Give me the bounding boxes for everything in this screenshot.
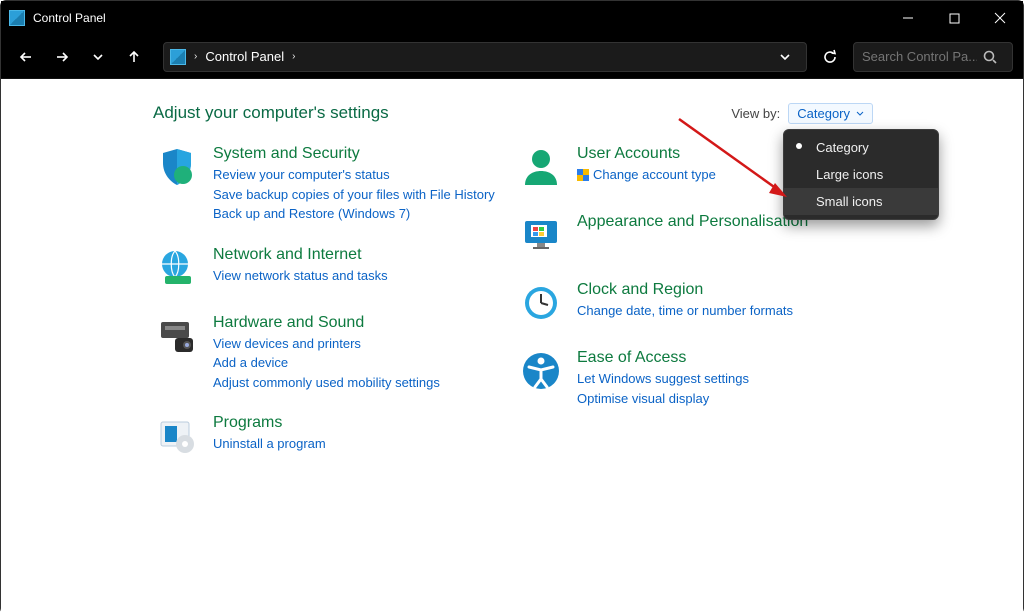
refresh-button[interactable] bbox=[813, 42, 847, 72]
category-title[interactable]: System and Security bbox=[213, 145, 495, 163]
dropdown-option-large-icons[interactable]: Large icons bbox=[784, 161, 938, 188]
close-button[interactable] bbox=[977, 1, 1023, 35]
recent-locations-button[interactable] bbox=[83, 42, 113, 72]
category-link[interactable]: Review your computer's status bbox=[213, 165, 495, 185]
monitor-icon bbox=[517, 211, 565, 259]
printer-camera-icon bbox=[153, 312, 201, 360]
category-title[interactable]: Hardware and Sound bbox=[213, 314, 440, 332]
category-system-and-security: System and Security Review your computer… bbox=[153, 143, 513, 224]
category-link[interactable]: Optimise visual display bbox=[577, 389, 749, 409]
category-link[interactable]: Let Windows suggest settings bbox=[577, 369, 749, 389]
view-by-selected: Category bbox=[797, 106, 850, 121]
control-panel-icon bbox=[170, 49, 186, 65]
chevron-down-icon bbox=[856, 110, 864, 118]
uac-shield-icon bbox=[577, 169, 589, 181]
category-hardware-and-sound: Hardware and Sound View devices and prin… bbox=[153, 312, 513, 393]
category-ease-of-access: Ease of Access Let Windows suggest setti… bbox=[517, 347, 877, 408]
address-bar[interactable]: › Control Panel › bbox=[163, 42, 807, 72]
chevron-right-icon[interactable]: › bbox=[292, 51, 295, 62]
control-panel-icon bbox=[9, 10, 25, 26]
category-link[interactable]: Change date, time or number formats bbox=[577, 301, 793, 321]
address-history-button[interactable] bbox=[770, 42, 800, 72]
category-link[interactable]: View devices and printers bbox=[213, 334, 440, 354]
category-link[interactable]: Change account type bbox=[577, 165, 716, 185]
bullet-icon bbox=[796, 143, 802, 149]
programs-icon bbox=[153, 412, 201, 460]
user-icon bbox=[517, 143, 565, 191]
category-title[interactable]: User Accounts bbox=[577, 145, 716, 163]
globe-icon bbox=[153, 244, 201, 292]
category-link[interactable]: View network status and tasks bbox=[213, 266, 388, 286]
category-title[interactable]: Network and Internet bbox=[213, 246, 388, 264]
view-by-dropdown: Category Large icons Small icons bbox=[783, 129, 939, 220]
category-link[interactable]: Uninstall a program bbox=[213, 434, 326, 454]
dropdown-option-small-icons[interactable]: Small icons bbox=[784, 188, 938, 215]
minimize-button[interactable] bbox=[885, 1, 931, 35]
back-button[interactable] bbox=[11, 42, 41, 72]
category-title[interactable]: Ease of Access bbox=[577, 349, 749, 367]
maximize-button[interactable] bbox=[931, 1, 977, 35]
category-title[interactable]: Appearance and Personalisation bbox=[577, 213, 808, 231]
page-heading: Adjust your computer's settings bbox=[153, 103, 1023, 123]
title-bar: Control Panel bbox=[1, 1, 1023, 35]
shield-icon bbox=[153, 143, 201, 191]
forward-button[interactable] bbox=[47, 42, 77, 72]
search-icon bbox=[983, 50, 997, 64]
category-clock-and-region: Clock and Region Change date, time or nu… bbox=[517, 279, 877, 327]
category-link[interactable]: Adjust commonly used mobility settings bbox=[213, 373, 440, 393]
category-programs: Programs Uninstall a program bbox=[153, 412, 513, 460]
view-by-control: View by: Category bbox=[731, 103, 873, 124]
category-link[interactable]: Save backup copies of your files with Fi… bbox=[213, 185, 495, 205]
category-link[interactable]: Back up and Restore (Windows 7) bbox=[213, 204, 495, 224]
search-input[interactable] bbox=[862, 49, 977, 64]
accessibility-icon bbox=[517, 347, 565, 395]
window-title: Control Panel bbox=[33, 11, 106, 25]
up-button[interactable] bbox=[119, 42, 149, 72]
breadcrumb-root[interactable]: Control Panel bbox=[205, 49, 284, 64]
navigation-bar: › Control Panel › bbox=[1, 35, 1023, 79]
clock-icon bbox=[517, 279, 565, 327]
chevron-right-icon[interactable]: › bbox=[194, 51, 197, 62]
category-link[interactable]: Add a device bbox=[213, 353, 440, 373]
view-by-label: View by: bbox=[731, 106, 780, 121]
category-network-and-internet: Network and Internet View network status… bbox=[153, 244, 513, 292]
category-column-left: System and Security Review your computer… bbox=[153, 143, 513, 480]
category-title[interactable]: Programs bbox=[213, 414, 326, 432]
dropdown-option-category[interactable]: Category bbox=[784, 134, 938, 161]
view-by-selector[interactable]: Category bbox=[788, 103, 873, 124]
category-title[interactable]: Clock and Region bbox=[577, 281, 793, 299]
search-box[interactable] bbox=[853, 42, 1013, 72]
content-area: Adjust your computer's settings View by:… bbox=[1, 79, 1023, 615]
